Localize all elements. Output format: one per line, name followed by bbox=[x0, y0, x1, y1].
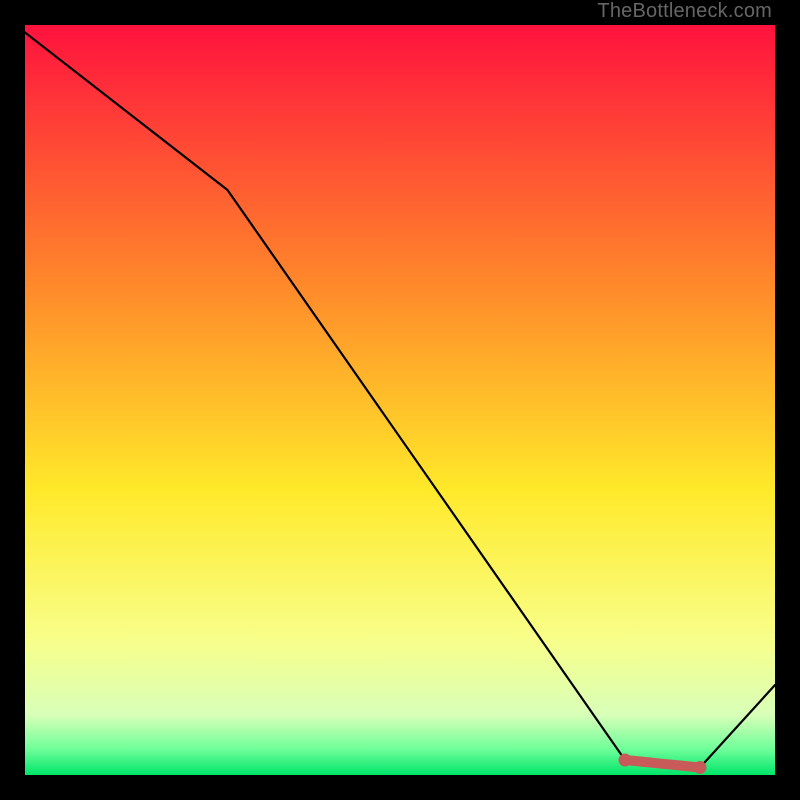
highlight-marker bbox=[619, 754, 631, 766]
chart-frame: TheBottleneck.com bbox=[0, 0, 800, 800]
gradient-background bbox=[25, 25, 775, 775]
plot-area bbox=[25, 25, 775, 775]
chart-svg bbox=[25, 25, 775, 775]
watermark-text: TheBottleneck.com bbox=[597, 0, 772, 23]
highlight-marker bbox=[694, 762, 706, 774]
